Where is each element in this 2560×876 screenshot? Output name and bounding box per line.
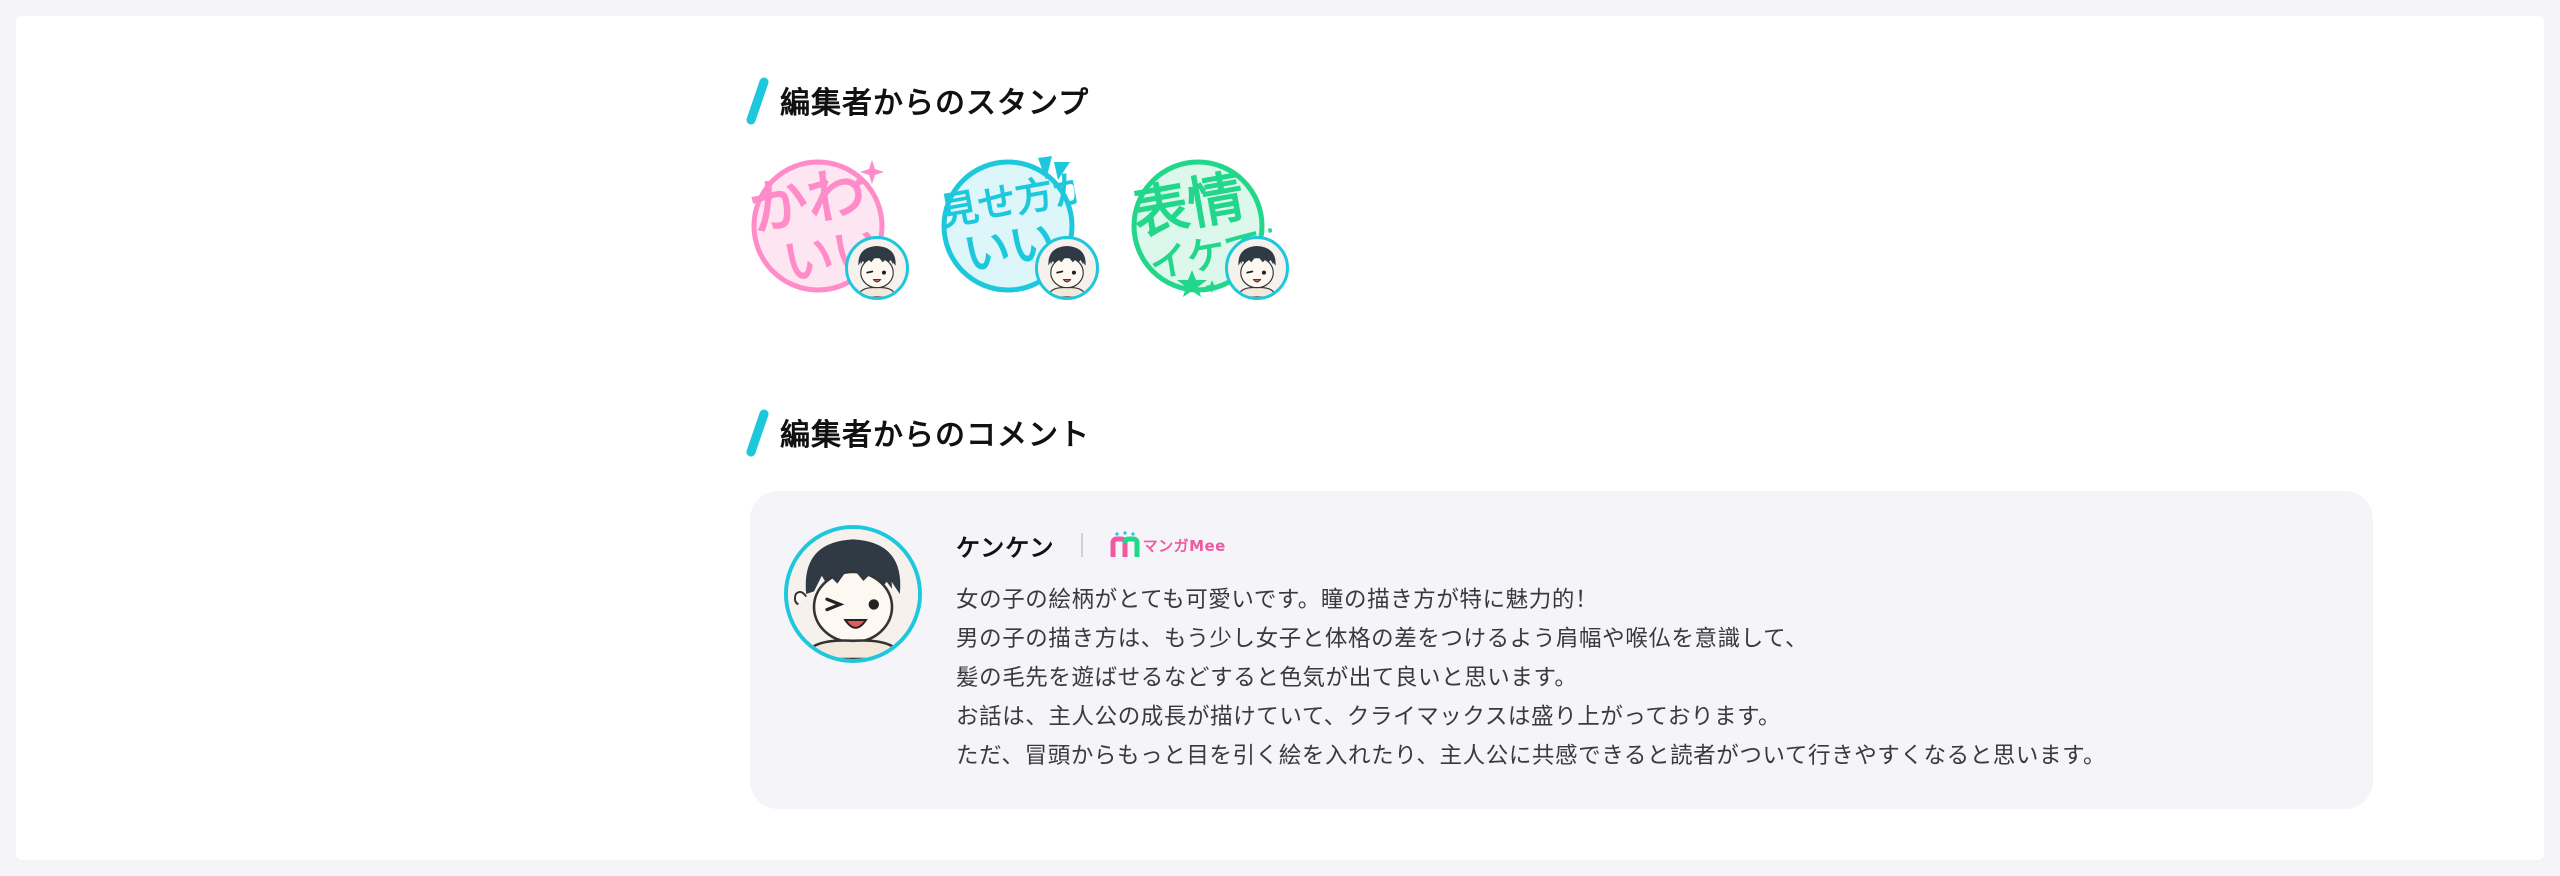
stamp-kawaii[interactable]: かわ いい: [744, 156, 920, 306]
comment-card: ケンケン マンガMee 女の子の絵柄がとても可愛いです。瞳の描き方が特に魅力的！…: [750, 491, 2373, 809]
editor-avatar: [1225, 236, 1289, 300]
stamp-hyoujou[interactable]: 表情 イケてる: [1128, 156, 1300, 306]
comment-body: 女の子の絵柄がとても可愛いです。瞳の描き方が特に魅力的！ 男の子の描き方は、もう…: [956, 581, 2336, 776]
stamps-title-text: 編集者からのスタンプ: [780, 86, 1090, 121]
comments-title-text: 編集者からのコメント: [780, 418, 1090, 453]
editor-avatar: [845, 236, 909, 300]
manga-mee-logo-text: マンガMee: [1142, 536, 1226, 555]
comment-line: 髪の毛先を遊ばせるなどすると色気が出て良いと思います。: [956, 665, 1578, 691]
stamps-section-title: 編集者からのスタンプ: [746, 76, 1090, 125]
stamp-misekata[interactable]: 見せ方が いい: [937, 156, 1110, 306]
comments-section-title: 編集者からのコメント: [746, 408, 1090, 457]
manga-mee-logo: マンガMee: [1109, 530, 1226, 560]
comment-line: 女の子の絵柄がとても可愛いです。瞳の描き方が特に魅力的！: [956, 587, 1599, 613]
comment-line: 男の子の描き方は、もう少し女子と体格の差をつけるよう肩幅や喉仏を意識して、: [956, 626, 1809, 652]
header-divider: [1080, 533, 1083, 557]
manga-mee-logo-icon: [1110, 531, 1140, 557]
title-accent-icon: [746, 77, 769, 125]
comment-header: ケンケン マンガMee: [956, 527, 1226, 563]
stamp-list: かわ いい 見せ方が いい 表情 イケてる: [744, 156, 1310, 306]
title-accent-icon: [746, 409, 769, 457]
commenter-avatar: [784, 525, 922, 663]
editor-avatar: [1035, 236, 1099, 300]
commenter-name: ケンケン: [956, 533, 1055, 562]
comment-line: ただ、冒頭からもっと目を引く絵を入れたり、主人公に共感できると読者がついて行きや…: [956, 743, 2107, 769]
comment-line: お話は、主人公の成長が描けていて、クライマックスは盛り上がっております。: [956, 704, 1782, 730]
